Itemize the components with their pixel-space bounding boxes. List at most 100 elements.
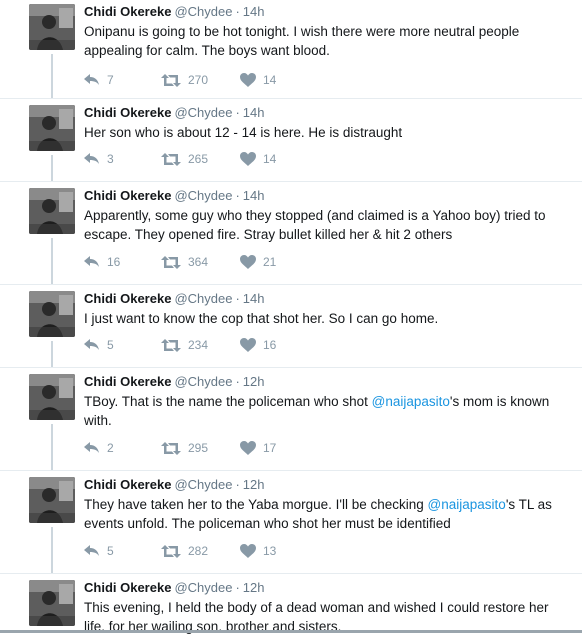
tweet-text-segment: Onipanu is going to be hot tonight. I wi… <box>84 24 520 58</box>
separator-dot: · <box>235 477 240 492</box>
tweet[interactable]: Chidi Okereke @Chydee · 12h They have taken … <box>0 470 582 580</box>
tweet-text-segment: Apparently, some guy who they stopped (a… <box>84 208 546 242</box>
author-name[interactable]: Chidi Okereke <box>84 188 171 203</box>
author-handle[interactable]: @Chydee <box>174 188 232 203</box>
tweet-text: I just want to know the cop that shot he… <box>84 309 564 328</box>
reply-icon <box>84 74 107 86</box>
like-button[interactable]: 16 <box>240 338 276 352</box>
separator-dot: · <box>235 188 240 203</box>
timestamp[interactable]: 12h <box>243 374 265 389</box>
timestamp[interactable]: 14h <box>243 105 265 120</box>
heart-icon <box>240 152 263 166</box>
reply-count: 16 <box>107 255 121 269</box>
tweet-header: Chidi Okereke @Chydee · 14h <box>84 291 265 307</box>
retweet-button[interactable]: 234 <box>161 338 208 352</box>
like-count: 13 <box>263 544 277 558</box>
timestamp[interactable]: 14h <box>243 291 265 306</box>
author-name[interactable]: Chidi Okereke <box>84 105 171 120</box>
separator-dot: · <box>235 374 240 389</box>
timestamp[interactable]: 12h <box>243 477 265 492</box>
tweet-text-segment: They have taken her to the Yaba morgue. … <box>84 497 428 512</box>
tweet-text: Her son who is about 12 - 14 is here. He… <box>84 123 564 142</box>
reply-button[interactable]: 5 <box>84 544 114 558</box>
tweet-text: Apparently, some guy who they stopped (a… <box>84 206 564 244</box>
tweet-header: Chidi Okereke @Chydee · 12h <box>84 477 265 493</box>
author-name[interactable]: Chidi Okereke <box>84 291 171 306</box>
avatar-image <box>29 580 75 626</box>
reply-count: 2 <box>107 441 114 455</box>
mention-link[interactable]: @naijapasito <box>372 394 450 409</box>
like-button[interactable]: 14 <box>240 73 276 87</box>
reply-icon <box>84 256 107 268</box>
tweet[interactable]: Chidi Okereke @Chydee · 14h Apparently, some… <box>0 181 582 291</box>
avatar[interactable] <box>29 105 75 151</box>
retweet-button[interactable]: 295 <box>161 441 208 455</box>
author-name[interactable]: Chidi Okereke <box>84 580 171 595</box>
retweet-icon <box>161 255 188 269</box>
author-name[interactable]: Chidi Okereke <box>84 477 171 492</box>
retweet-button[interactable]: 364 <box>161 255 208 269</box>
tweet[interactable]: Chidi Okereke @Chydee · 12h TBoy. That is th… <box>0 367 582 477</box>
reply-button[interactable]: 16 <box>84 255 120 269</box>
avatar-image <box>29 477 75 523</box>
retweet-button[interactable]: 270 <box>161 73 208 87</box>
avatar[interactable] <box>29 291 75 337</box>
like-count: 17 <box>263 441 277 455</box>
tweet-header: Chidi Okereke @Chydee · 14h <box>84 105 265 121</box>
retweet-button[interactable]: 282 <box>161 544 208 558</box>
author-name[interactable]: Chidi Okereke <box>84 374 171 389</box>
timestamp[interactable]: 14h <box>243 188 265 203</box>
author-handle[interactable]: @Chydee <box>174 4 232 19</box>
retweet-count: 282 <box>188 544 209 558</box>
reply-button[interactable]: 5 <box>84 338 114 352</box>
author-handle[interactable]: @Chydee <box>174 105 232 120</box>
tweet[interactable]: Chidi Okereke @Chydee · 14h Her son who is a… <box>0 98 582 188</box>
like-button[interactable]: 21 <box>240 255 276 269</box>
timestamp[interactable]: 14h <box>243 4 265 19</box>
author-handle[interactable]: @Chydee <box>174 580 232 595</box>
avatar[interactable] <box>29 477 75 523</box>
tweet-divider <box>0 98 582 99</box>
reply-count: 5 <box>107 544 114 558</box>
avatar-image <box>29 291 75 337</box>
like-button[interactable]: 17 <box>240 441 276 455</box>
author-handle[interactable]: @Chydee <box>174 374 232 389</box>
like-count: 21 <box>263 255 277 269</box>
tweet-divider <box>0 181 582 182</box>
retweet-count: 295 <box>188 441 209 455</box>
like-button[interactable]: 13 <box>240 544 276 558</box>
separator-dot: · <box>235 580 240 595</box>
separator-dot: · <box>235 291 240 306</box>
tweet-divider <box>0 470 582 471</box>
mention-link[interactable]: @naijapasito <box>428 497 506 512</box>
reply-button[interactable]: 3 <box>84 152 114 166</box>
tweet-text: Onipanu is going to be hot tonight. I wi… <box>84 22 564 60</box>
like-button[interactable]: 14 <box>240 152 276 166</box>
reply-button[interactable]: 7 <box>84 73 114 87</box>
avatar[interactable] <box>29 580 75 626</box>
tweet-header: Chidi Okereke @Chydee · 12h <box>84 580 265 596</box>
author-name[interactable]: Chidi Okereke <box>84 4 171 19</box>
reply-button[interactable]: 2 <box>84 441 114 455</box>
like-count: 14 <box>263 152 277 166</box>
heart-icon <box>240 255 263 269</box>
tweet[interactable]: Chidi Okereke @Chydee · 14h I just want to k… <box>0 284 582 374</box>
retweet-icon <box>161 441 188 455</box>
author-handle[interactable]: @Chydee <box>174 291 232 306</box>
heart-icon <box>240 544 263 558</box>
reply-count: 5 <box>107 338 114 352</box>
avatar[interactable] <box>29 4 75 50</box>
author-handle[interactable]: @Chydee <box>174 477 232 492</box>
reply-icon <box>84 339 107 351</box>
separator-dot: · <box>235 105 240 120</box>
retweet-button[interactable]: 265 <box>161 152 208 166</box>
avatar-image <box>29 4 75 50</box>
tweet-text-segment: TBoy. That is the name the policeman who… <box>84 394 372 409</box>
timestamp[interactable]: 12h <box>243 580 265 595</box>
tweet-divider <box>0 367 582 368</box>
avatar[interactable] <box>29 188 75 234</box>
retweet-count: 265 <box>188 152 209 166</box>
tweet-text-segment: This evening, I held the body of a dead … <box>84 600 549 634</box>
avatar[interactable] <box>29 374 75 420</box>
tweet[interactable]: Chidi Okereke @Chydee · 14h Onipanu is going… <box>0 4 582 105</box>
